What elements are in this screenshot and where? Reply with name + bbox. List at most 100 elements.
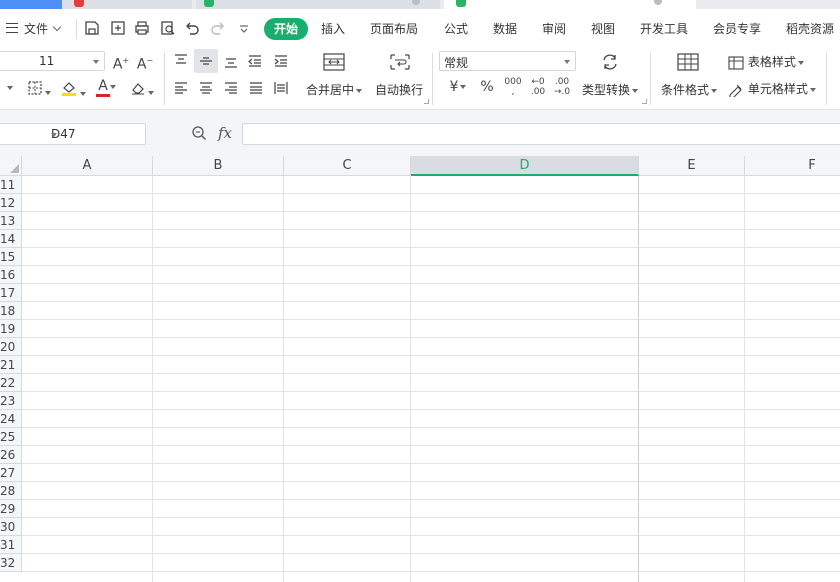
row-header[interactable]: 26 bbox=[0, 446, 22, 464]
tab-review[interactable]: 审阅 bbox=[542, 19, 566, 39]
fill-color-icon[interactable] bbox=[60, 79, 86, 102]
merge-center-icon[interactable] bbox=[322, 53, 346, 76]
table-style-button[interactable]: 表格样式 bbox=[728, 53, 804, 70]
row-header[interactable]: 25 bbox=[0, 428, 22, 446]
border-style-icon[interactable] bbox=[26, 80, 52, 101]
row-header[interactable]: 27 bbox=[0, 464, 22, 482]
font-color-icon[interactable]: A bbox=[94, 78, 120, 97]
select-all-corner[interactable] bbox=[0, 156, 22, 176]
document-tab-sheet-1[interactable] bbox=[196, 0, 440, 9]
print-preview-icon[interactable] bbox=[160, 20, 176, 36]
row-header[interactable]: 22 bbox=[0, 374, 22, 392]
distributed-align-icon[interactable] bbox=[272, 80, 290, 101]
decrease-font-size-icon[interactable]: A− bbox=[136, 53, 154, 73]
row-header[interactable]: 31 bbox=[0, 536, 22, 554]
hamburger-menu-icon[interactable] bbox=[6, 23, 18, 33]
row-header[interactable]: 20 bbox=[0, 338, 22, 356]
number-format-select[interactable]: 常规 bbox=[439, 51, 576, 71]
row-header[interactable]: 29 bbox=[0, 500, 22, 518]
save-icon[interactable] bbox=[84, 20, 100, 36]
row-header[interactable]: 13 bbox=[0, 212, 22, 230]
column-header-d[interactable]: D bbox=[411, 156, 639, 176]
cell-style-icon bbox=[729, 84, 742, 99]
tab-start[interactable]: 开始 bbox=[264, 18, 308, 40]
wrap-text-icon[interactable] bbox=[388, 53, 412, 76]
row-header[interactable]: 23 bbox=[0, 392, 22, 410]
row-header[interactable]: 18 bbox=[0, 302, 22, 320]
undo-icon[interactable] bbox=[184, 20, 200, 36]
row-gridline bbox=[22, 283, 840, 284]
row-header[interactable]: 12 bbox=[0, 194, 22, 212]
row-header[interactable]: 19 bbox=[0, 320, 22, 338]
fx-label[interactable]: fx bbox=[218, 124, 232, 142]
clear-format-icon[interactable] bbox=[128, 80, 156, 101]
decrease-decimal-icon[interactable]: .00 →.0 bbox=[552, 77, 572, 97]
spreadsheet-grid[interactable]: A B C D E F 11 12 13 14 15 16 17 18 19 20 21 22 23 24… bbox=[0, 156, 840, 582]
align-middle-icon[interactable] bbox=[194, 49, 218, 73]
row-header[interactable]: 32 bbox=[0, 554, 22, 572]
home-tab[interactable] bbox=[0, 0, 62, 9]
increase-font-size-icon[interactable]: A+ bbox=[112, 53, 130, 73]
row-header[interactable]: 11 bbox=[0, 176, 22, 194]
customize-quick-access-icon[interactable] bbox=[236, 20, 252, 36]
row-header[interactable]: 14 bbox=[0, 230, 22, 248]
align-left-icon[interactable] bbox=[172, 80, 190, 101]
decrease-indent-icon[interactable] bbox=[246, 53, 264, 74]
close-icon[interactable] bbox=[412, 0, 420, 5]
increase-decimal-icon[interactable]: ←0.00 bbox=[528, 77, 548, 97]
tab-developer[interactable]: 开发工具 bbox=[640, 19, 688, 39]
align-top-icon[interactable] bbox=[172, 53, 190, 74]
tab-member[interactable]: 会员专享 bbox=[713, 19, 761, 39]
type-convert-icon[interactable] bbox=[598, 53, 622, 76]
currency-format-icon[interactable]: ¥ bbox=[444, 79, 472, 95]
conditional-format-button[interactable]: 条件格式 bbox=[661, 81, 718, 98]
column-header-b[interactable]: B bbox=[153, 156, 284, 176]
row-gridline bbox=[22, 391, 840, 392]
wrap-text-button[interactable]: 自动换行 bbox=[375, 81, 423, 98]
tab-view[interactable]: 视图 bbox=[591, 19, 615, 39]
font-size-select[interactable]: 11 bbox=[0, 51, 105, 71]
row-header[interactable]: 15 bbox=[0, 248, 22, 266]
percent-format-icon[interactable]: % bbox=[478, 79, 496, 95]
alignment-dialog-launcher[interactable] bbox=[424, 99, 429, 104]
type-convert-button[interactable]: 类型转换 bbox=[582, 81, 639, 98]
file-menu[interactable]: 文件 bbox=[24, 19, 62, 39]
tab-insert[interactable]: 插入 bbox=[321, 19, 345, 39]
row-gridline bbox=[22, 229, 840, 230]
document-tab-sheet-active[interactable] bbox=[444, 0, 696, 9]
number-format-dialog-launcher[interactable] bbox=[642, 99, 647, 104]
thousands-separator-icon[interactable]: 000, bbox=[502, 77, 524, 97]
border-dropdown-icon[interactable] bbox=[0, 80, 18, 96]
tab-formulas[interactable]: 公式 bbox=[444, 19, 468, 39]
redo-icon[interactable] bbox=[210, 20, 226, 36]
increase-indent-icon[interactable] bbox=[272, 53, 290, 74]
print-icon[interactable] bbox=[134, 20, 150, 36]
align-center-icon[interactable] bbox=[197, 80, 215, 101]
justify-icon[interactable] bbox=[247, 80, 265, 101]
name-box[interactable]: D47 bbox=[0, 123, 146, 145]
zoom-search-icon[interactable] bbox=[190, 125, 208, 146]
tab-docer-resources[interactable]: 稻壳资源 bbox=[786, 19, 834, 39]
merge-center-button[interactable]: 合并居中 bbox=[306, 81, 363, 98]
close-icon[interactable] bbox=[654, 0, 662, 5]
column-header-e[interactable]: E bbox=[639, 156, 745, 176]
row-header[interactable]: 30 bbox=[0, 518, 22, 536]
tab-data[interactable]: 数据 bbox=[493, 19, 517, 39]
formula-input[interactable] bbox=[242, 123, 840, 145]
row-header[interactable]: 17 bbox=[0, 284, 22, 302]
cell-style-button[interactable]: 单元格样式 bbox=[728, 80, 816, 99]
export-icon[interactable] bbox=[110, 20, 126, 36]
row-header[interactable]: 28 bbox=[0, 482, 22, 500]
row-header[interactable]: 24 bbox=[0, 410, 22, 428]
column-gridline bbox=[283, 176, 284, 582]
column-header-c[interactable]: C bbox=[284, 156, 411, 176]
conditional-format-icon[interactable] bbox=[676, 53, 700, 76]
row-header[interactable]: 21 bbox=[0, 356, 22, 374]
document-tab-pdf[interactable] bbox=[62, 0, 192, 9]
column-header-a[interactable]: A bbox=[22, 156, 153, 176]
align-right-icon[interactable] bbox=[222, 80, 240, 101]
row-header[interactable]: 16 bbox=[0, 266, 22, 284]
tab-page-layout[interactable]: 页面布局 bbox=[370, 19, 418, 39]
column-header-f[interactable]: F bbox=[745, 156, 840, 176]
align-bottom-icon[interactable] bbox=[222, 53, 240, 74]
